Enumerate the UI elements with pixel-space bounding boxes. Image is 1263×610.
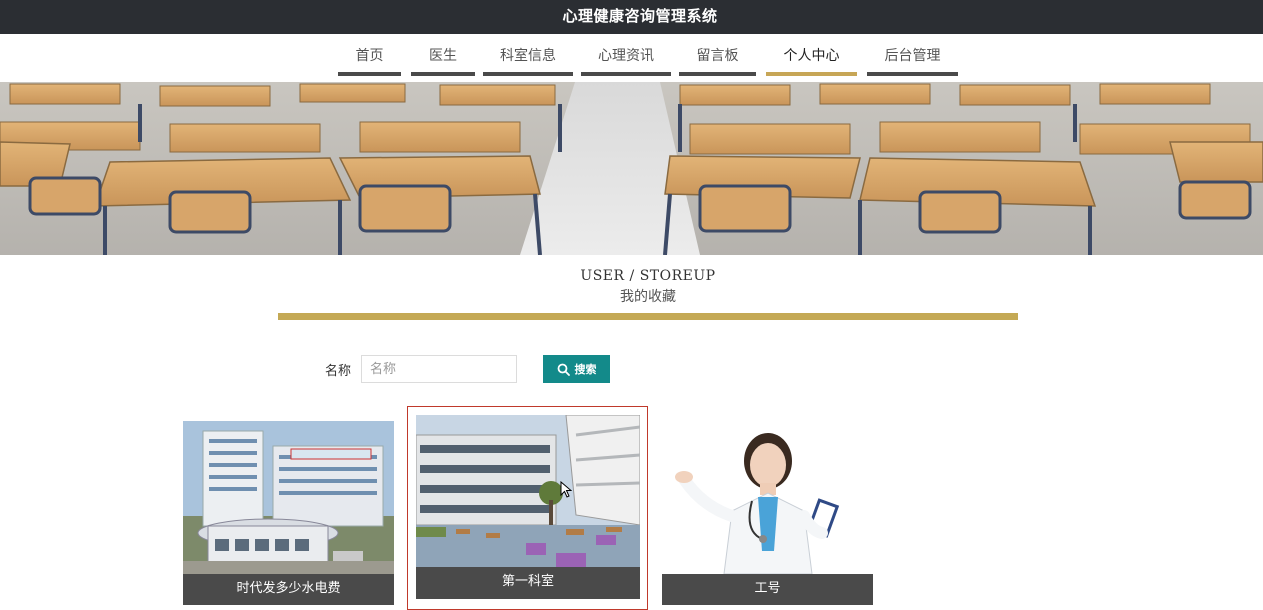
search-input[interactable] — [361, 355, 517, 383]
section-divider — [278, 313, 1018, 320]
main-nav: 首页 医生 科室信息 心理资讯 留言板 个人中心 后台管理 — [0, 34, 1263, 82]
favorite-card[interactable]: 时代发多少水电费 — [183, 421, 394, 610]
nav-item-personal-center[interactable]: 个人中心 — [766, 34, 857, 76]
section-heading: USER / STOREUP 我的收藏 — [0, 268, 1263, 306]
card-image-hospital — [183, 421, 394, 574]
banner-image — [0, 82, 1263, 255]
classroom-photo — [0, 82, 1263, 255]
search-label: 名称 — [325, 364, 352, 379]
nav-item-home[interactable]: 首页 — [338, 34, 401, 76]
mouse-cursor-icon — [560, 481, 572, 498]
favorite-card[interactable]: 工号 — [662, 421, 873, 610]
modern-campus-building-photo — [416, 415, 640, 567]
search-icon — [557, 363, 570, 376]
nav-item-departments[interactable]: 科室信息 — [483, 34, 573, 76]
nav-item-news[interactable]: 心理资讯 — [581, 34, 671, 76]
nav-item-message-board[interactable]: 留言板 — [679, 34, 756, 76]
site-title: 心理健康咨询管理系统 — [562, 7, 718, 25]
card-label: 时代发多少水电费 — [183, 574, 394, 605]
section-title-cn: 我的收藏 — [620, 289, 676, 305]
search-button[interactable]: 搜索 — [543, 355, 610, 383]
hospital-building-photo — [183, 421, 394, 574]
card-label: 第一科室 — [416, 567, 640, 599]
female-doctor-photo — [662, 421, 873, 574]
card-image-doctor — [662, 421, 873, 574]
card-label: 工号 — [662, 574, 873, 605]
search-button-label: 搜索 — [574, 364, 597, 376]
card-image-campus — [416, 415, 640, 567]
nav-item-doctors[interactable]: 医生 — [411, 34, 475, 76]
nav-item-admin[interactable]: 后台管理 — [867, 34, 958, 76]
section-title-en: USER / STOREUP — [580, 268, 716, 284]
favorite-card-selected[interactable]: 第一科室 — [407, 406, 648, 610]
